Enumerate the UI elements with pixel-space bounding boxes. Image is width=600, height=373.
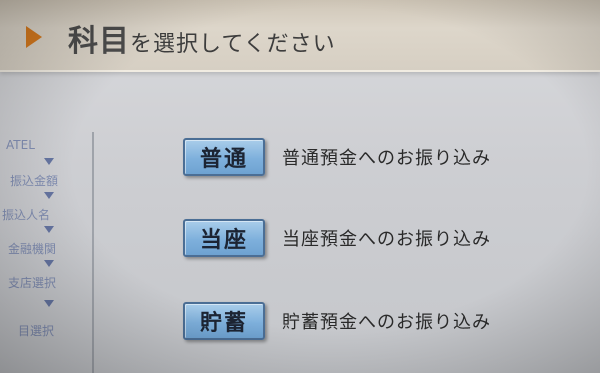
step-arrow-icon: [44, 192, 54, 199]
sidebar-step-branch: 支店選択: [8, 276, 57, 290]
step-arrow-icon: [44, 158, 54, 165]
ordinary-account-button[interactable]: 普通: [183, 138, 265, 176]
sidebar-step-amount: 振込金額: [10, 174, 59, 188]
page-title-rest: を選択してください: [130, 32, 336, 57]
savings-account-description: 貯蓄預金へのお振り込み: [282, 312, 491, 333]
step-arrow-icon: [44, 260, 54, 267]
atm-screen: 科目を選択してください ATEL 振込金額 振込人名 金融機関 支店選択 目選択…: [0, 0, 600, 373]
header-arrow-icon: [26, 26, 42, 48]
step-arrow-icon: [44, 226, 54, 233]
current-account-button[interactable]: 当座: [183, 219, 265, 257]
savings-account-button[interactable]: 貯蓄: [183, 302, 265, 340]
header-bar: 科目を選択してください: [0, 0, 600, 72]
sidebar-step-account-type: 目選択: [18, 324, 55, 338]
step-arrow-icon: [44, 300, 54, 307]
sidebar-step-1: ATEL: [6, 138, 35, 152]
sidebar-step-name: 振込人名: [2, 208, 51, 222]
page-title: 科目を選択してください: [68, 16, 336, 60]
sidebar-step-bank: 金融機関: [8, 242, 57, 256]
progress-sidebar: ATEL 振込金額 振込人名 金融機関 支店選択 目選択: [0, 132, 94, 373]
ordinary-account-description: 普通預金へのお振り込み: [282, 148, 491, 169]
page-title-keyword: 科目: [68, 24, 130, 59]
current-account-description: 当座預金へのお振り込み: [282, 229, 491, 250]
